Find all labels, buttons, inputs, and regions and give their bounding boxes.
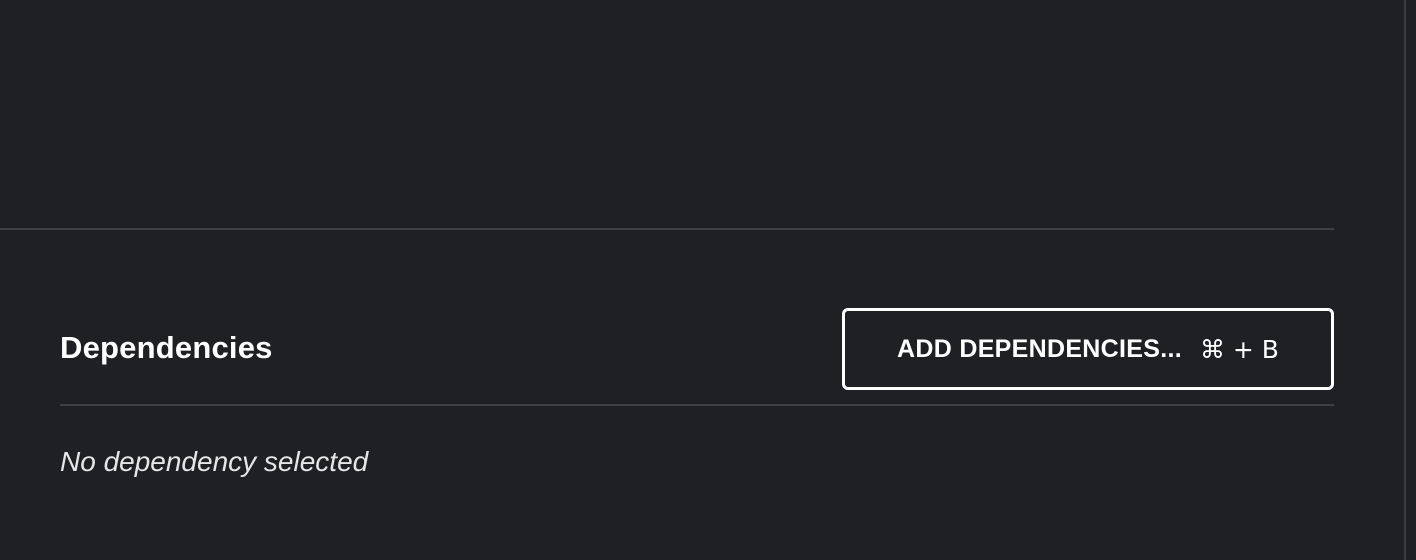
add-dependencies-button-label: ADD DEPENDENCIES... <box>897 334 1182 363</box>
keyboard-shortcut-hint: ⌘ + B <box>1199 334 1279 364</box>
dependencies-header-divider <box>60 404 1334 406</box>
no-dependency-message: No dependency selected <box>60 446 369 477</box>
upper-section-divider <box>0 228 1334 230</box>
add-dependencies-button[interactable]: ADD DEPENDENCIES... ⌘ + B <box>842 308 1334 390</box>
dependencies-section-title: Dependencies <box>60 330 273 365</box>
panel-right-border <box>1404 0 1406 560</box>
